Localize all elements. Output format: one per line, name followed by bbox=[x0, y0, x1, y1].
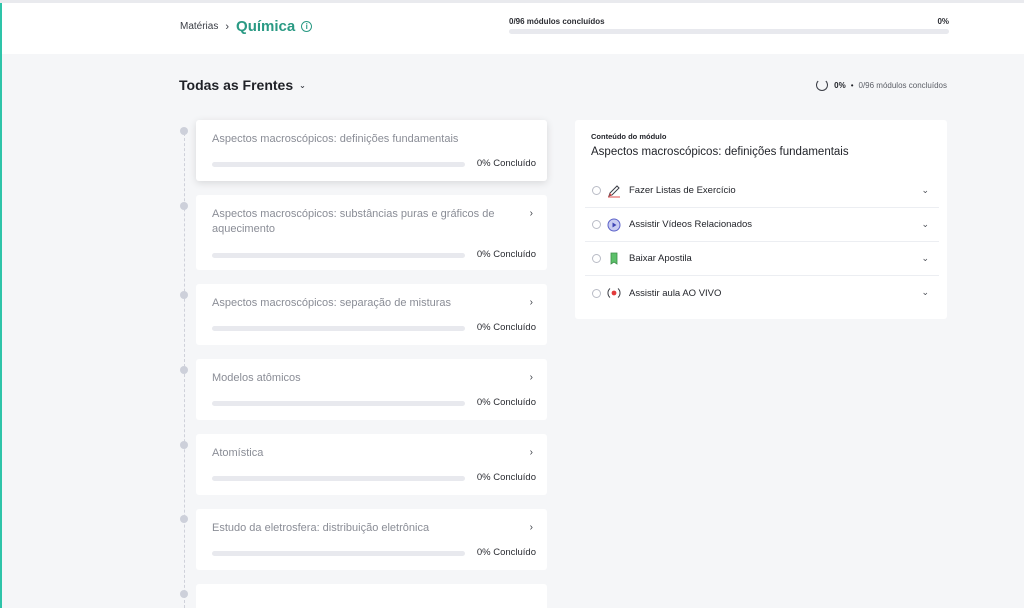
info-icon[interactable]: i bbox=[301, 21, 313, 32]
activity-checkbox[interactable] bbox=[592, 254, 601, 263]
chevron-right-icon: › bbox=[529, 447, 533, 458]
module-progress-bar bbox=[212, 326, 465, 331]
module-status: 0% Concluído bbox=[476, 249, 536, 260]
module-card[interactable]: Aspectos macroscópicos: substâncias pura… bbox=[196, 195, 547, 270]
module-status: 0% Concluído bbox=[476, 472, 536, 483]
play-icon bbox=[607, 218, 621, 232]
module-title: Aspectos macroscópicos: substâncias pura… bbox=[212, 208, 495, 235]
activity-checkbox[interactable] bbox=[592, 220, 601, 229]
breadcrumb-materias-link[interactable]: Matérias bbox=[180, 21, 218, 32]
chevron-down-icon[interactable]: ⌄ bbox=[921, 219, 929, 230]
timeline-dot bbox=[180, 441, 188, 449]
pencil-icon bbox=[607, 184, 621, 198]
overall-progress: 0% • 0/96 módulos concluídos bbox=[816, 79, 947, 91]
module-status: 0% Concluído bbox=[476, 158, 536, 169]
timeline-dot bbox=[180, 515, 188, 523]
timeline-dot bbox=[180, 366, 188, 374]
overall-label: 0/96 módulos concluídos bbox=[858, 80, 948, 90]
subject-progress-bar bbox=[509, 29, 949, 34]
chevron-right-icon: › bbox=[529, 297, 533, 308]
module-status: 0% Concluído bbox=[476, 322, 536, 333]
timeline-dot bbox=[180, 590, 188, 598]
module-title: Modelos atômicos bbox=[212, 372, 301, 384]
activity-checkbox[interactable] bbox=[592, 186, 601, 195]
activity-row[interactable]: Assistir aula AO VIVO ⌄ bbox=[585, 276, 939, 310]
module-status: 0% Concluído bbox=[476, 397, 536, 408]
activity-checkbox[interactable] bbox=[592, 288, 601, 298]
chevron-right-icon: › bbox=[529, 522, 533, 533]
module-card[interactable]: Aspectos macroscópicos: separação de mis… bbox=[196, 284, 547, 345]
timeline-dot bbox=[180, 127, 188, 135]
module-card[interactable]: Estudo da eletrosfera: distribuição elet… bbox=[196, 509, 547, 570]
breadcrumb-separator: › bbox=[225, 20, 230, 33]
timeline-dot bbox=[180, 291, 188, 299]
chevron-down-icon[interactable]: ⌄ bbox=[921, 185, 929, 196]
fronts-dropdown[interactable]: Todas as Frentes ⌄ bbox=[179, 77, 306, 93]
chevron-down-icon[interactable]: ⌄ bbox=[921, 253, 929, 264]
module-card[interactable] bbox=[196, 584, 547, 608]
module-card[interactable]: Aspectos macroscópicos: definições funda… bbox=[196, 120, 547, 181]
chevron-down-icon: ⌄ bbox=[299, 80, 306, 90]
activity-row[interactable]: Assistir Vídeos Relacionados ⌄ bbox=[585, 208, 939, 242]
module-progress-bar bbox=[212, 551, 465, 556]
chevron-down-icon[interactable]: ⌄ bbox=[921, 287, 929, 298]
subject-progress: 0/96 módulos concluídos 0% bbox=[509, 17, 949, 34]
subject-progress-label: 0/96 módulos concluídos bbox=[509, 17, 605, 26]
bookmark-icon bbox=[607, 252, 621, 266]
breadcrumb: Matérias › Química i bbox=[180, 18, 313, 35]
live-icon bbox=[607, 286, 621, 300]
activity-label: Assistir Vídeos Relacionados bbox=[629, 219, 753, 230]
module-content-panel: Conteúdo do módulo Aspectos macroscópico… bbox=[575, 120, 947, 319]
timeline-dot bbox=[180, 202, 188, 210]
progress-ring-icon bbox=[816, 79, 829, 91]
chevron-right-icon: › bbox=[529, 208, 533, 219]
chevron-right-icon: › bbox=[529, 372, 533, 383]
module-progress-bar bbox=[212, 162, 465, 167]
module-title: Aspectos macroscópicos: definições funda… bbox=[212, 133, 459, 145]
overall-percent: 0% bbox=[834, 80, 846, 90]
activity-label: Fazer Listas de Exercício bbox=[629, 185, 736, 196]
fronts-dropdown-label: Todas as Frentes bbox=[179, 77, 294, 93]
activity-row[interactable]: Baixar Apostila ⌄ bbox=[585, 242, 939, 276]
panel-kicker: Conteúdo do módulo bbox=[591, 132, 667, 141]
module-progress-bar bbox=[212, 401, 465, 406]
module-title: Atomística bbox=[212, 447, 264, 459]
activity-label: Assistir aula AO VIVO bbox=[629, 287, 722, 299]
activity-label: Baixar Apostila bbox=[629, 253, 692, 264]
activity-row[interactable]: Fazer Listas de Exercício ⌄ bbox=[585, 174, 939, 208]
module-progress-bar bbox=[212, 476, 465, 481]
separator-dot: • bbox=[850, 80, 854, 90]
page-header: Matérias › Química i 0/96 módulos conclu… bbox=[2, 3, 1024, 54]
module-progress-bar bbox=[212, 253, 465, 258]
panel-title: Aspectos macroscópicos: definições funda… bbox=[591, 146, 849, 158]
module-title: Estudo da eletrosfera: distribuição elet… bbox=[212, 522, 430, 534]
activity-list: Fazer Listas de Exercício ⌄ Assistir Vídeo… bbox=[585, 174, 939, 310]
page-title: Química bbox=[236, 18, 296, 35]
subject-progress-percent: 0% bbox=[937, 17, 949, 26]
module-card[interactable]: Modelos atômicos › 0% Concluído bbox=[196, 359, 547, 420]
module-title: Aspectos macroscópicos: separação de mis… bbox=[212, 297, 452, 309]
module-status: 0% Concluído bbox=[476, 547, 536, 558]
left-accent-strip bbox=[0, 0, 2, 608]
module-card[interactable]: Atomística › 0% Concluído bbox=[196, 434, 547, 495]
